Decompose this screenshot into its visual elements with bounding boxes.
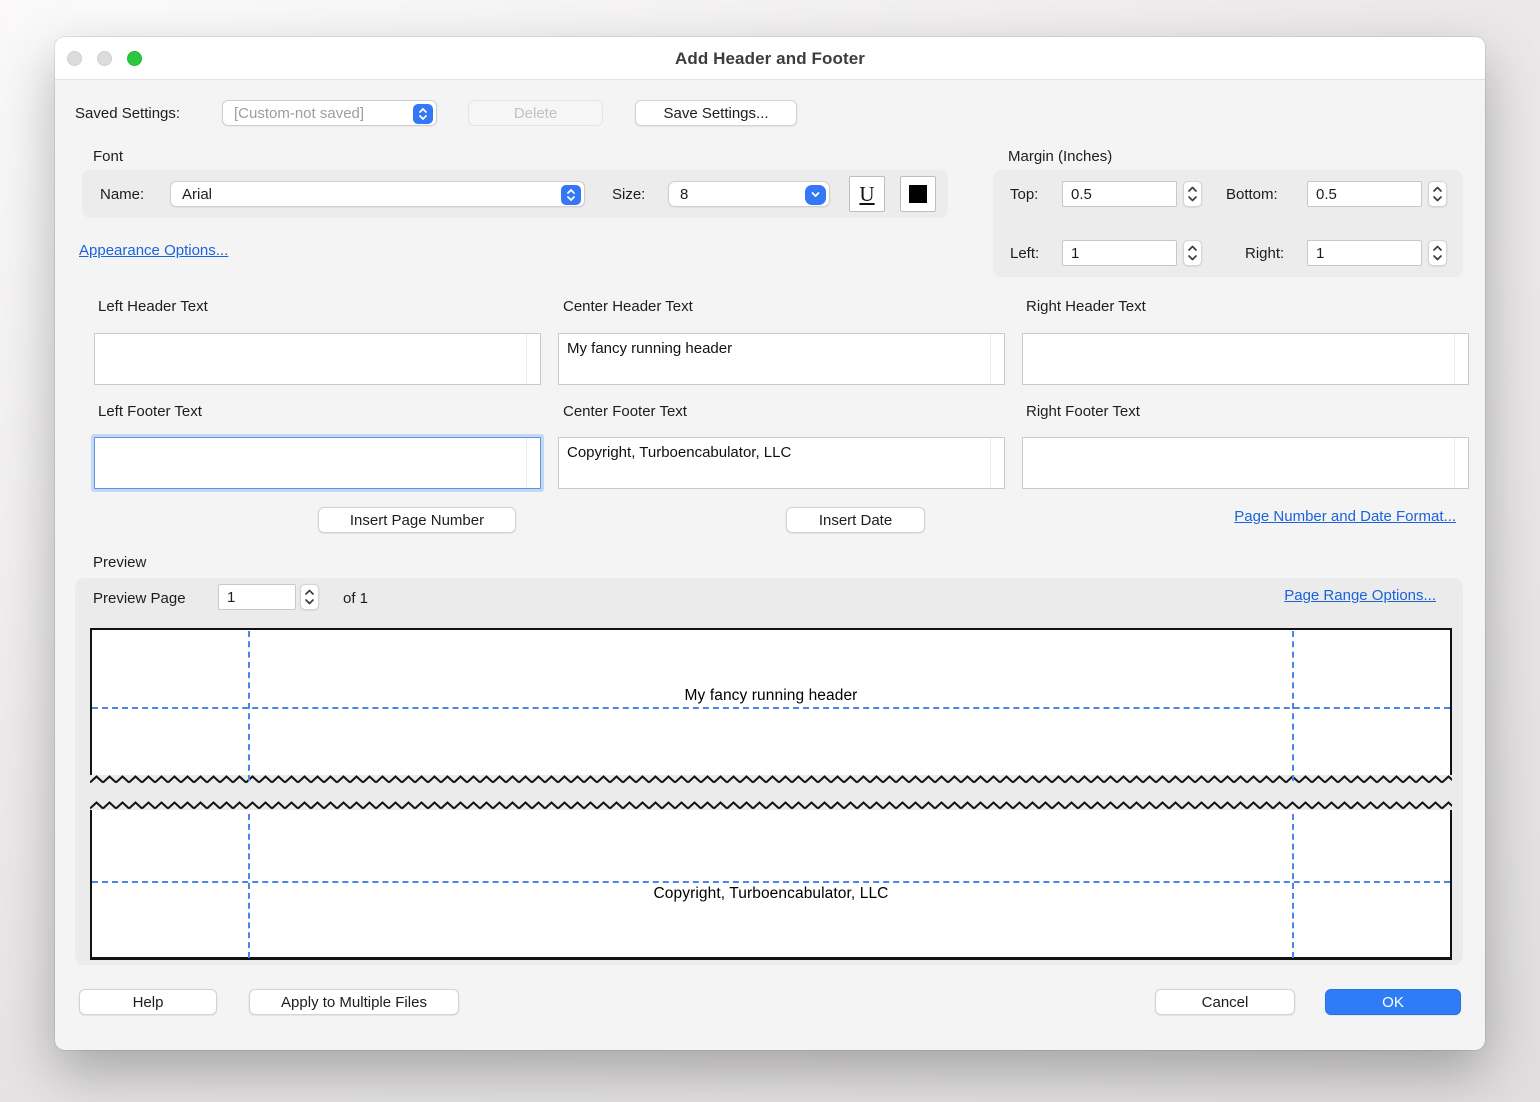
bottom-margin-stepper[interactable] xyxy=(1428,181,1447,207)
right-margin-field[interactable] xyxy=(1307,240,1422,266)
chevron-up-down-icon xyxy=(413,104,433,124)
dialog-title: Add Header and Footer xyxy=(55,37,1485,80)
color-swatch xyxy=(909,185,927,203)
top-margin-label: Top: xyxy=(1010,186,1038,203)
apply-to-multiple-files-button[interactable]: Apply to Multiple Files xyxy=(249,989,459,1015)
appearance-options-link[interactable]: Appearance Options... xyxy=(79,242,228,259)
right-margin-stepper[interactable] xyxy=(1428,240,1447,266)
torn-edge-decoration xyxy=(90,775,1452,784)
title-bar: Add Header and Footer xyxy=(55,37,1485,80)
center-footer-textarea[interactable]: Copyright, Turboencabulator, LLC xyxy=(558,437,1005,489)
bottom-margin-field[interactable] xyxy=(1307,181,1422,207)
left-header-label: Left Header Text xyxy=(98,298,208,315)
chevron-down-icon xyxy=(805,185,826,205)
saved-settings-value: [Custom-not saved] xyxy=(234,105,364,122)
preview-header-text: My fancy running header xyxy=(90,687,1452,705)
preview-page-stepper[interactable] xyxy=(300,584,319,610)
left-margin-field[interactable] xyxy=(1062,240,1177,266)
page-number-date-format-link[interactable]: Page Number and Date Format... xyxy=(1234,508,1456,525)
right-footer-label: Right Footer Text xyxy=(1026,403,1140,420)
underline-button[interactable]: U xyxy=(849,176,885,212)
font-name-value: Arial xyxy=(182,186,212,203)
font-size-value: 8 xyxy=(680,186,688,203)
chevron-up-down-icon xyxy=(561,185,581,205)
center-header-textarea[interactable]: My fancy running header xyxy=(558,333,1005,385)
font-color-button[interactable] xyxy=(900,176,936,212)
margin-group-label: Margin (Inches) xyxy=(1008,148,1112,165)
insert-page-number-button[interactable]: Insert Page Number xyxy=(318,507,516,533)
page-range-options-link[interactable]: Page Range Options... xyxy=(1284,587,1436,604)
textarea-scrollbar[interactable] xyxy=(526,438,540,488)
top-margin-stepper[interactable] xyxy=(1183,181,1202,207)
font-name-label: Name: xyxy=(100,186,144,203)
center-footer-label: Center Footer Text xyxy=(563,403,687,420)
help-button[interactable]: Help xyxy=(79,989,217,1015)
add-header-footer-dialog: Add Header and Footer Saved Settings: [C… xyxy=(55,37,1485,1050)
right-margin-label: Right: xyxy=(1245,245,1284,262)
saved-settings-dropdown[interactable]: [Custom-not saved] xyxy=(222,100,437,126)
bottom-margin-label: Bottom: xyxy=(1226,186,1278,203)
preview-page-label: Preview Page xyxy=(93,590,186,607)
preview-footer-text: Copyright, Turboencabulator, LLC xyxy=(90,885,1452,903)
left-margin-stepper[interactable] xyxy=(1183,240,1202,266)
left-margin-label: Left: xyxy=(1010,245,1039,262)
right-margin-guide xyxy=(1292,631,1294,781)
textarea-scrollbar[interactable] xyxy=(526,334,540,384)
left-margin-guide xyxy=(248,631,250,781)
font-group-label: Font xyxy=(93,148,123,165)
textarea-scrollbar[interactable] xyxy=(1454,334,1468,384)
top-margin-field[interactable] xyxy=(1062,181,1177,207)
save-settings-button[interactable]: Save Settings... xyxy=(635,100,797,126)
preview-group-label: Preview xyxy=(93,554,146,571)
textarea-scrollbar[interactable] xyxy=(1454,438,1468,488)
right-header-label: Right Header Text xyxy=(1026,298,1146,315)
preview-page-field[interactable] xyxy=(218,584,296,610)
desktop-background: Add Header and Footer Saved Settings: [C… xyxy=(0,0,1540,1102)
insert-date-button[interactable]: Insert Date xyxy=(786,507,925,533)
cancel-button[interactable]: Cancel xyxy=(1155,989,1295,1015)
torn-edge-decoration xyxy=(90,801,1452,810)
left-footer-label: Left Footer Text xyxy=(98,403,202,420)
ok-button[interactable]: OK xyxy=(1325,989,1461,1015)
top-margin-guide xyxy=(92,707,1450,709)
preview-page-count-label: of 1 xyxy=(343,590,368,607)
font-size-label: Size: xyxy=(612,186,645,203)
right-footer-textarea[interactable] xyxy=(1022,437,1469,489)
textarea-scrollbar[interactable] xyxy=(990,438,1004,488)
font-size-combo[interactable]: 8 xyxy=(668,181,830,207)
saved-settings-label: Saved Settings: xyxy=(75,105,180,122)
left-header-textarea[interactable] xyxy=(94,333,541,385)
underline-glyph: U xyxy=(859,184,874,205)
font-name-dropdown[interactable]: Arial xyxy=(170,181,585,207)
center-header-label: Center Header Text xyxy=(563,298,693,315)
textarea-scrollbar[interactable] xyxy=(990,334,1004,384)
delete-button: Delete xyxy=(468,100,603,126)
left-footer-textarea[interactable] xyxy=(94,437,541,489)
bottom-margin-guide xyxy=(92,881,1450,883)
right-header-textarea[interactable] xyxy=(1022,333,1469,385)
